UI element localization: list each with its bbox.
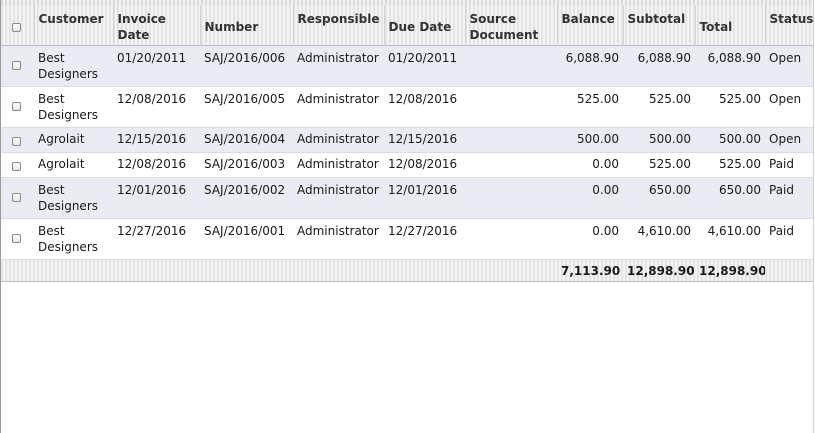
cell-subtotal: 525.00 bbox=[649, 156, 691, 171]
cell-invoice-date: 12/27/2016 bbox=[117, 223, 187, 238]
row-checkbox[interactable] bbox=[12, 101, 21, 111]
cell-balance: 0.00 bbox=[592, 223, 619, 238]
cell-source-document bbox=[465, 177, 557, 218]
cell-status: Paid bbox=[769, 223, 795, 238]
column-header-number[interactable]: Number bbox=[199, 5, 293, 45]
cell-customer: Best Designers bbox=[38, 223, 98, 254]
row-checkbox[interactable] bbox=[12, 161, 21, 171]
row-checkbox[interactable] bbox=[12, 192, 21, 202]
cell-number: SAJ/2016/006 bbox=[204, 50, 286, 65]
cell-balance: 525.00 bbox=[577, 91, 619, 106]
column-header-subtotal[interactable]: Subtotal bbox=[622, 5, 695, 45]
cell-subtotal: 525.00 bbox=[649, 91, 691, 106]
cell-status: Paid bbox=[769, 156, 795, 171]
select-all-header[interactable] bbox=[1, 5, 34, 45]
cell-total: 650.00 bbox=[719, 182, 761, 197]
cell-source-document bbox=[465, 152, 557, 177]
cell-source-document bbox=[465, 45, 557, 86]
cell-invoice-date: 01/20/2011 bbox=[117, 50, 187, 65]
table-row[interactable]: Best Designers 01/20/2011 SAJ/2016/006 Admi… bbox=[1, 45, 813, 86]
cell-subtotal: 650.00 bbox=[649, 182, 691, 197]
cell-number: SAJ/2016/005 bbox=[204, 91, 286, 106]
row-select-cell[interactable] bbox=[1, 152, 34, 177]
invoice-table: Customer Invoice Date Number Responsible… bbox=[1, 5, 813, 282]
cell-invoice-date: 12/08/2016 bbox=[117, 91, 187, 106]
total-balance: 7,113.90 bbox=[561, 263, 621, 278]
cell-customer: Best Designers bbox=[38, 91, 98, 122]
cell-status: Paid bbox=[769, 182, 795, 197]
cell-responsible: Administrator bbox=[297, 131, 379, 146]
cell-responsible: Administrator bbox=[297, 91, 379, 106]
cell-status: Open bbox=[769, 50, 802, 65]
column-header-customer[interactable]: Customer bbox=[33, 5, 113, 45]
cell-number: SAJ/2016/004 bbox=[204, 131, 286, 146]
cell-status: Open bbox=[769, 91, 802, 106]
column-header-source-document[interactable]: Source Document bbox=[464, 5, 557, 45]
cell-customer: Agrolait bbox=[38, 131, 85, 146]
table-row[interactable]: Agrolait 12/08/2016 SAJ/2016/003 Administra… bbox=[1, 152, 813, 177]
row-select-cell[interactable] bbox=[1, 127, 34, 152]
cell-invoice-date: 12/15/2016 bbox=[117, 131, 187, 146]
row-select-cell[interactable] bbox=[1, 177, 34, 218]
cell-due-date: 12/08/2016 bbox=[388, 156, 458, 171]
row-checkbox[interactable] bbox=[12, 136, 21, 146]
cell-number: SAJ/2016/003 bbox=[204, 156, 286, 171]
cell-due-date: 12/27/2016 bbox=[388, 223, 458, 238]
row-select-cell[interactable] bbox=[1, 45, 34, 86]
cell-subtotal: 500.00 bbox=[649, 131, 691, 146]
cell-invoice-date: 12/08/2016 bbox=[117, 156, 187, 171]
select-all-checkbox[interactable] bbox=[12, 23, 21, 32]
cell-total: 6,088.90 bbox=[707, 50, 761, 65]
cell-responsible: Administrator bbox=[297, 182, 379, 197]
cell-due-date: 01/20/2011 bbox=[388, 50, 458, 65]
column-header-balance[interactable]: Balance bbox=[556, 5, 623, 45]
row-select-cell[interactable] bbox=[1, 218, 34, 259]
cell-subtotal: 6,088.90 bbox=[637, 50, 691, 65]
cell-balance: 500.00 bbox=[577, 131, 619, 146]
table-row[interactable]: Agrolait 12/15/2016 SAJ/2016/004 Administra… bbox=[1, 127, 813, 152]
cell-responsible: Administrator bbox=[297, 50, 379, 65]
column-header-invoice-date[interactable]: Invoice Date bbox=[112, 5, 200, 45]
row-select-cell[interactable] bbox=[1, 86, 34, 127]
column-header-total[interactable]: Total bbox=[694, 5, 765, 45]
cell-customer: Best Designers bbox=[38, 50, 98, 81]
cell-balance: 6,088.90 bbox=[565, 50, 619, 65]
row-checkbox[interactable] bbox=[12, 60, 21, 70]
table-header-row: Customer Invoice Date Number Responsible… bbox=[1, 5, 813, 45]
cell-total: 4,610.00 bbox=[707, 223, 761, 238]
cell-number: SAJ/2016/001 bbox=[204, 223, 286, 238]
column-header-status[interactable]: Status bbox=[764, 5, 813, 45]
cell-total: 525.00 bbox=[719, 156, 761, 171]
cell-source-document bbox=[465, 218, 557, 259]
cell-total: 525.00 bbox=[719, 91, 761, 106]
cell-number: SAJ/2016/002 bbox=[204, 182, 286, 197]
cell-subtotal: 4,610.00 bbox=[637, 223, 691, 238]
column-header-due-date[interactable]: Due Date bbox=[383, 5, 465, 45]
cell-balance: 0.00 bbox=[592, 156, 619, 171]
cell-responsible: Administrator bbox=[297, 156, 379, 171]
table-row[interactable]: Best Designers 12/27/2016 SAJ/2016/001 Admi… bbox=[1, 218, 813, 259]
cell-balance: 0.00 bbox=[592, 182, 619, 197]
cell-due-date: 12/15/2016 bbox=[388, 131, 458, 146]
cell-total: 500.00 bbox=[719, 131, 761, 146]
cell-due-date: 12/01/2016 bbox=[388, 182, 458, 197]
cell-customer: Best Designers bbox=[38, 182, 98, 213]
cell-invoice-date: 12/01/2016 bbox=[117, 182, 187, 197]
column-header-responsible[interactable]: Responsible bbox=[292, 5, 384, 45]
table-row[interactable]: Best Designers 12/08/2016 SAJ/2016/005 Admi… bbox=[1, 86, 813, 127]
cell-source-document bbox=[465, 86, 557, 127]
cell-source-document bbox=[465, 127, 557, 152]
invoice-list-view: Customer Invoice Date Number Responsible… bbox=[0, 0, 814, 433]
table-row[interactable]: Best Designers 12/01/2016 SAJ/2016/002 Admi… bbox=[1, 177, 813, 218]
row-checkbox[interactable] bbox=[12, 233, 21, 243]
total-subtotal: 12,898.90 bbox=[627, 263, 695, 278]
totals-row: 7,113.90 12,898.90 12,898.90 bbox=[1, 259, 813, 281]
total-total: 12,898.90 bbox=[699, 263, 765, 278]
cell-responsible: Administrator bbox=[297, 223, 379, 238]
cell-customer: Agrolait bbox=[38, 156, 85, 171]
cell-due-date: 12/08/2016 bbox=[388, 91, 458, 106]
cell-status: Open bbox=[769, 131, 802, 146]
